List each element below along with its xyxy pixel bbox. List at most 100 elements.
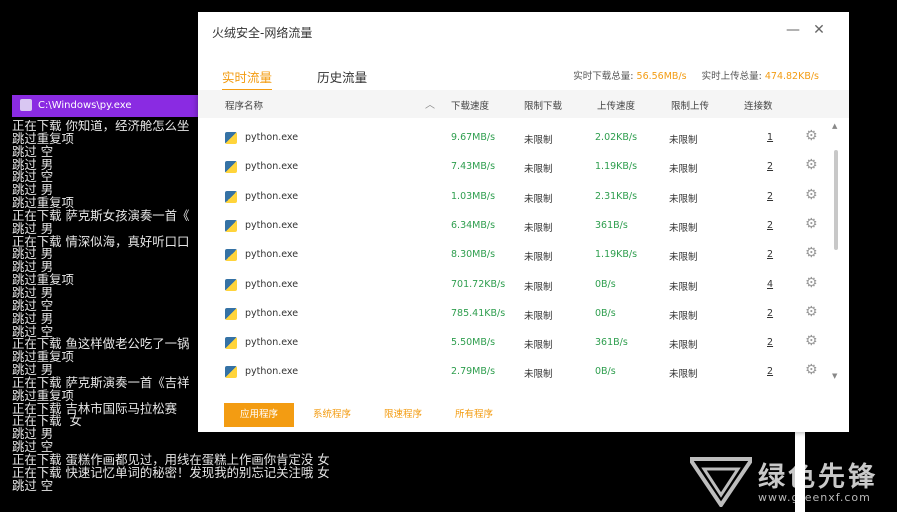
sort-ascending-icon[interactable]: ︿ — [425, 96, 435, 111]
table-row[interactable]: python.exe 6.34MB/s 未限制 361B/s 未限制 2 ⚙ — [198, 212, 828, 241]
gear-icon[interactable]: ⚙ — [805, 128, 818, 144]
limit-download[interactable]: 未限制 — [524, 132, 553, 146]
minimize-button[interactable]: — — [783, 20, 803, 40]
limit-download[interactable]: 未限制 — [524, 308, 553, 322]
process-name: python.exe — [245, 132, 299, 143]
upload-speed: 1.19KB/s — [595, 249, 638, 261]
connection-count-link[interactable]: 2 — [767, 308, 773, 319]
download-speed: 5.50MB/s — [451, 337, 496, 349]
traffic-totals: 实时下载总量: 56.56MB/s 实时上传总量: 474.82KB/s — [573, 68, 819, 82]
connection-count-link[interactable]: 4 — [767, 279, 773, 290]
limit-download[interactable]: 未限制 — [524, 220, 553, 234]
filter-all-programs[interactable]: 所有程序 — [444, 403, 504, 427]
process-name: python.exe — [245, 278, 299, 290]
python-icon — [225, 219, 237, 232]
gear-icon[interactable]: ⚙ — [805, 157, 818, 173]
table-row[interactable]: python.exe 5.50MB/s 未限制 361B/s 未限制 2 ⚙ — [198, 329, 828, 358]
process-name: python.exe — [245, 190, 299, 202]
download-speed: 7.43MB/s — [451, 161, 496, 173]
table-row[interactable]: python.exe 7.43MB/s 未限制 1.19KB/s 未限制 2 ⚙ — [198, 153, 828, 182]
process-name: python.exe — [245, 307, 299, 319]
table-scrollbar[interactable]: ▲ ▼ — [832, 122, 838, 382]
limit-upload[interactable]: 未限制 — [669, 279, 698, 293]
column-header-connections[interactable]: 连接数 — [744, 98, 773, 112]
limit-upload[interactable]: 未限制 — [669, 220, 698, 234]
download-speed: 6.34MB/s — [451, 219, 496, 231]
scroll-up-icon[interactable]: ▲ — [832, 122, 837, 130]
table-row[interactable]: python.exe 2.79MB/s 未限制 0B/s 未限制 2 ⚙ — [198, 358, 828, 387]
limit-download[interactable]: 未限制 — [524, 249, 553, 263]
connection-count-link[interactable]: 1 — [767, 132, 773, 143]
program-filter-bar: 应用程序 系统程序 限速程序 所有程序 — [198, 394, 849, 432]
dialog-title: 火绒安全-网络流量 — [212, 26, 313, 40]
gear-icon[interactable]: ⚙ — [805, 362, 818, 378]
watermark-text: 绿色先锋 — [758, 462, 878, 493]
tab-realtime-traffic[interactable]: 实时流量 — [222, 67, 273, 91]
table-row[interactable]: python.exe 1.03MB/s 未限制 2.31KB/s 未限制 2 ⚙ — [198, 183, 828, 212]
close-button[interactable]: ✕ — [809, 20, 829, 40]
upload-speed: 0B/s — [595, 366, 616, 378]
limit-download[interactable]: 未限制 — [524, 279, 553, 293]
gear-icon[interactable]: ⚙ — [805, 216, 818, 232]
filter-speed-limited[interactable]: 限速程序 — [373, 403, 433, 427]
upload-speed: 361B/s — [595, 219, 628, 231]
gear-icon[interactable]: ⚙ — [805, 333, 818, 349]
realtime-upload-value: 474.82KB/s — [764, 71, 819, 82]
connection-count-link[interactable]: 2 — [767, 220, 773, 231]
python-icon — [225, 278, 237, 291]
limit-download[interactable]: 未限制 — [524, 191, 553, 205]
table-row[interactable]: python.exe 8.30MB/s 未限制 1.19KB/s 未限制 2 ⚙ — [198, 241, 828, 270]
process-name: python.exe — [245, 219, 299, 231]
tab-history-traffic[interactable]: 历史流量 — [317, 67, 367, 89]
gear-icon[interactable]: ⚙ — [805, 304, 818, 320]
window-edge — [795, 432, 805, 512]
connection-count-link[interactable]: 2 — [767, 191, 773, 202]
connection-count-link[interactable]: 2 — [767, 161, 773, 172]
upload-speed: 2.31KB/s — [595, 190, 638, 202]
download-speed: 1.03MB/s — [451, 190, 496, 202]
table-row[interactable]: python.exe 785.41KB/s 未限制 0B/s 未限制 2 ⚙ — [198, 300, 828, 329]
limit-upload[interactable]: 未限制 — [669, 308, 698, 322]
table-row[interactable]: python.exe 9.67MB/s 未限制 2.02KB/s 未限制 1 ⚙ — [198, 124, 828, 153]
watermark-url: www.greenxf.com — [758, 491, 871, 504]
console-line: 正在下载 快速记忆单词的秘密！发现我的别忘记关注哦 女 — [12, 464, 330, 480]
python-icon — [225, 307, 237, 320]
upload-speed: 1.19KB/s — [595, 161, 638, 173]
console-app-icon — [20, 99, 32, 111]
column-header-download-speed[interactable]: 下载速度 — [451, 98, 489, 112]
scroll-down-icon[interactable]: ▼ — [832, 372, 837, 380]
gear-icon[interactable]: ⚙ — [805, 245, 818, 261]
column-header-name[interactable]: 程序名称 — [225, 98, 263, 112]
limit-upload[interactable]: 未限制 — [669, 132, 698, 146]
table-row[interactable]: python.exe 701.72KB/s 未限制 0B/s 未限制 4 ⚙ — [198, 271, 828, 300]
connection-count-link[interactable]: 2 — [767, 249, 773, 260]
filter-applications[interactable]: 应用程序 — [224, 403, 294, 427]
column-header-upload-speed[interactable]: 上传速度 — [597, 98, 635, 112]
filter-system-programs[interactable]: 系统程序 — [302, 403, 362, 427]
tab-bar: 实时流量 历史流量 — [222, 67, 407, 91]
limit-download[interactable]: 未限制 — [524, 161, 553, 175]
python-icon — [225, 366, 237, 379]
column-header-limit-upload[interactable]: 限制上传 — [671, 98, 709, 112]
process-name: python.exe — [245, 161, 299, 173]
python-icon — [225, 132, 237, 144]
limit-download[interactable]: 未限制 — [524, 337, 553, 351]
upload-speed: 361B/s — [595, 337, 628, 349]
python-icon — [225, 337, 237, 350]
process-name: python.exe — [245, 337, 299, 349]
gear-icon[interactable]: ⚙ — [805, 275, 818, 291]
download-speed: 701.72KB/s — [451, 278, 506, 290]
download-speed: 785.41KB/s — [451, 307, 506, 319]
scroll-thumb[interactable] — [834, 150, 838, 250]
connection-count-link[interactable]: 2 — [767, 337, 773, 348]
limit-upload[interactable]: 未限制 — [669, 191, 698, 205]
limit-upload[interactable]: 未限制 — [669, 366, 698, 380]
column-header-limit-download[interactable]: 限制下载 — [524, 98, 562, 112]
python-icon — [225, 190, 237, 203]
limit-upload[interactable]: 未限制 — [669, 337, 698, 351]
limit-upload[interactable]: 未限制 — [669, 249, 698, 263]
limit-download[interactable]: 未限制 — [524, 366, 553, 380]
limit-upload[interactable]: 未限制 — [669, 161, 698, 175]
connection-count-link[interactable]: 2 — [767, 366, 773, 377]
gear-icon[interactable]: ⚙ — [805, 187, 818, 203]
